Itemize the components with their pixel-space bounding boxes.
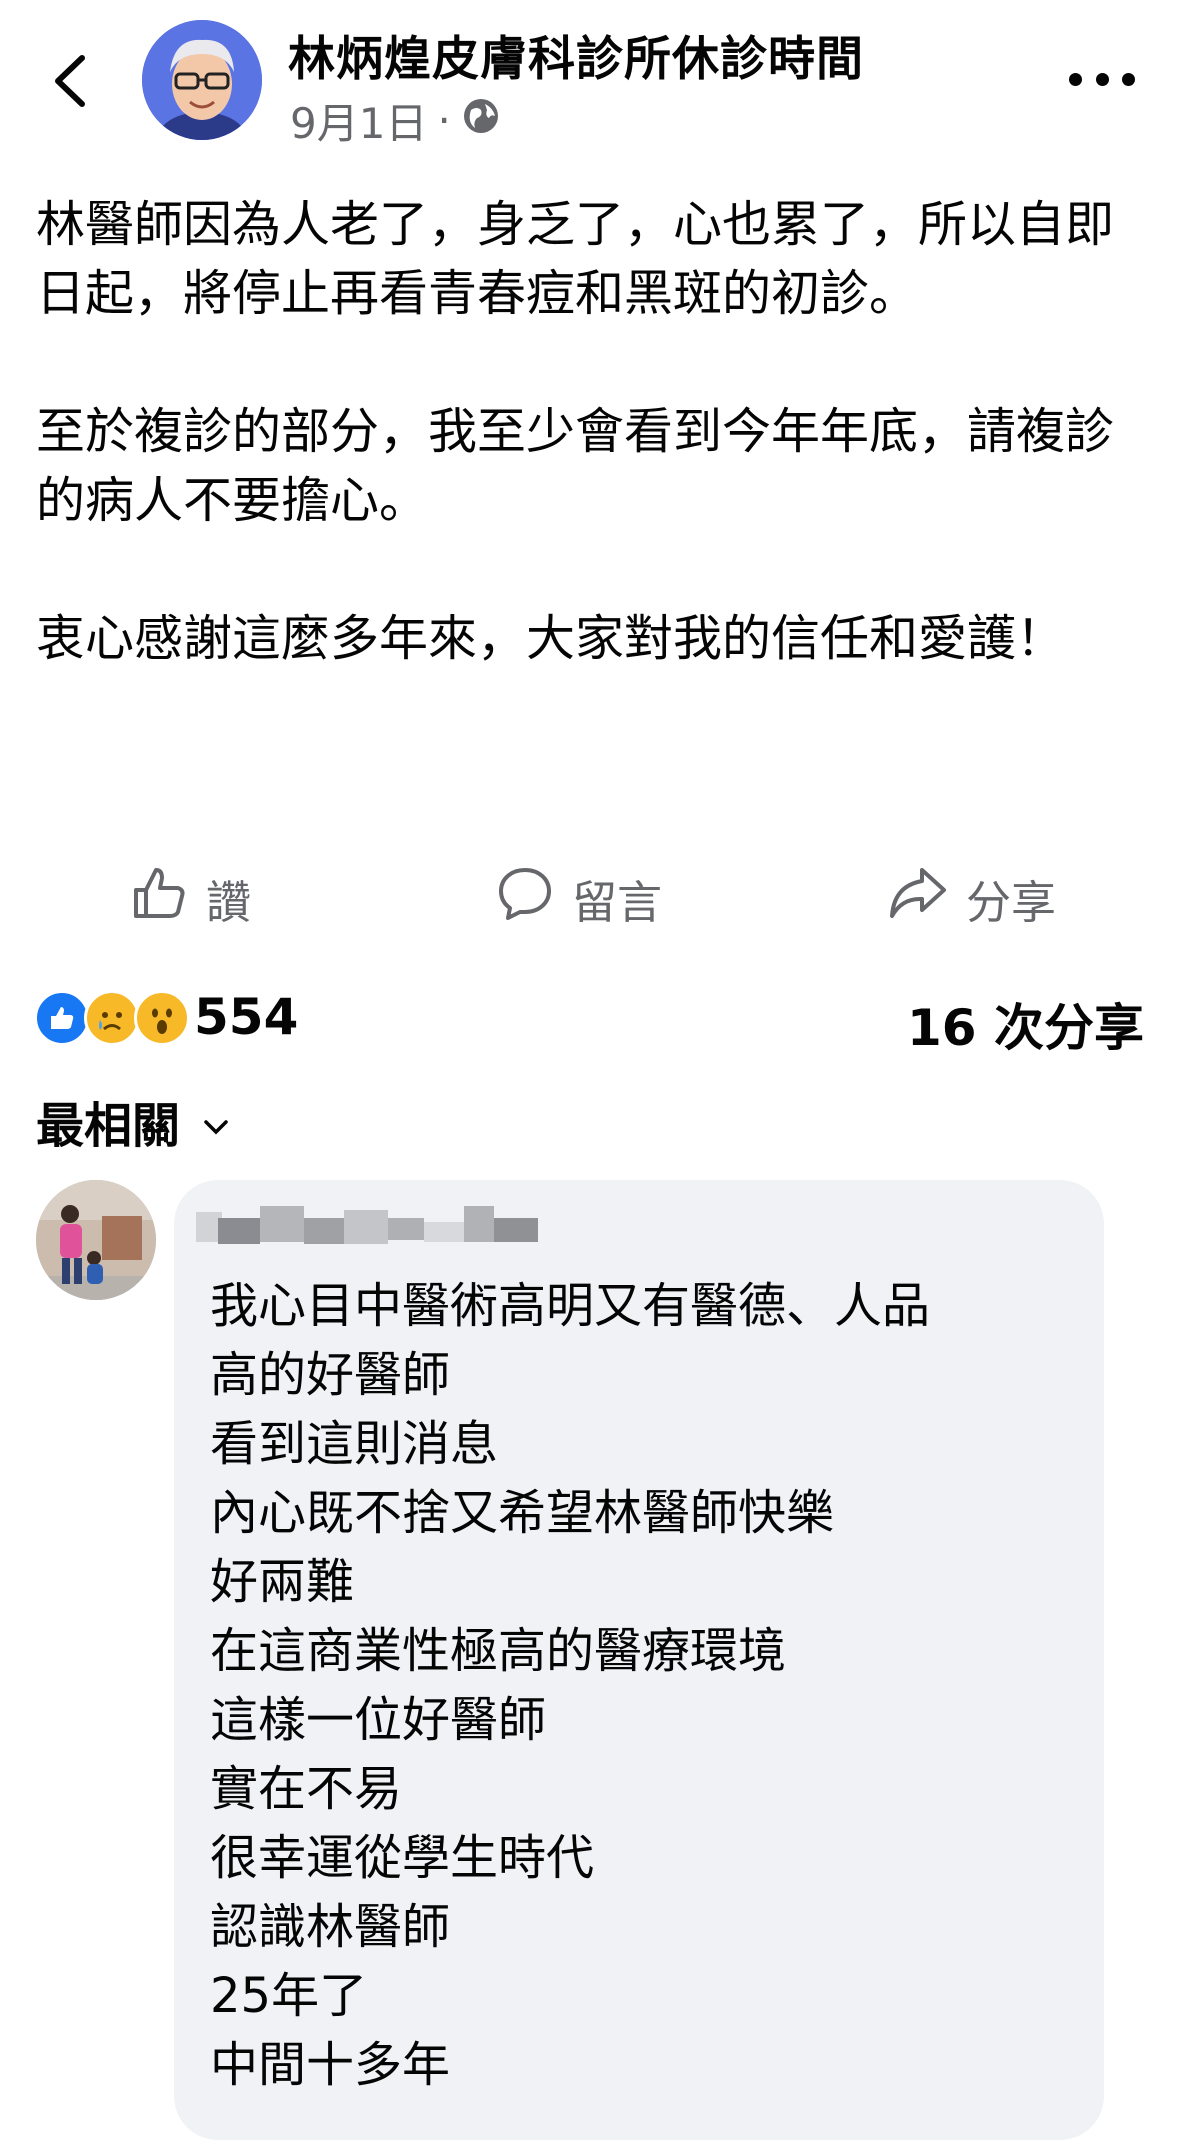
globe-icon (461, 96, 501, 146)
engagement-stats: 554 16 次分享 (34, 984, 1144, 1057)
share-button[interactable]: 分享 (888, 858, 1056, 938)
post-paragraph: 衷心感謝這麼多年來，大家對我的信任和愛護！ (36, 610, 1066, 667)
share-label: 分享 (966, 875, 1057, 929)
post-paragraph: 林醫師因為人老了，身乏了，心也累了，所以自即日起，將停止再看青春痘和黑斑的初診。 (36, 196, 1115, 322)
more-options-icon[interactable] (1069, 54, 1135, 104)
comment-label: 留言 (572, 875, 663, 929)
comment-bubble: 我心目中醫術高明又有醫德、人品 高的好醫師 看到這則消息 內心既不捨又希望林醫師… (174, 1180, 1104, 2140)
reaction-count[interactable]: 554 (194, 988, 298, 1046)
sort-label: 最相關 (36, 1098, 181, 1154)
like-label: 讚 (206, 875, 252, 929)
thumbs-up-icon (130, 864, 188, 933)
back-icon[interactable] (44, 46, 98, 116)
comment-icon (496, 864, 554, 933)
wow-reaction-icon (134, 990, 190, 1046)
page-avatar[interactable] (142, 20, 262, 140)
action-bar: 讚 留言 分享 (0, 858, 1179, 938)
reaction-icons[interactable] (34, 990, 190, 1046)
comment-sort-dropdown[interactable]: 最相關 (36, 1086, 230, 1156)
sad-reaction-icon (84, 990, 140, 1046)
comment-text: 我心目中醫術高明又有醫德、人品 高的好醫師 看到這則消息 內心既不捨又希望林醫師… (210, 1278, 931, 2093)
post-header: 林炳煌皮膚科診所休診時間 9月1日 · (0, 0, 1179, 160)
post-meta: 9月1日 · (290, 90, 501, 151)
page-title[interactable]: 林炳煌皮膚科診所休診時間 (288, 20, 864, 89)
post-paragraph: 至於複診的部分，我至少會看到今年年底，請複診的病人不要擔心。 (36, 403, 1115, 529)
like-reaction-icon (34, 990, 90, 1046)
post-body: 林醫師因為人老了，身乏了，心也累了，所以自即日起，將停止再看青春痘和黑斑的初診。… (36, 190, 1146, 742)
like-button[interactable]: 讚 (130, 858, 251, 938)
commenter-name-blurred[interactable] (196, 1202, 566, 1246)
chevron-down-icon (202, 1093, 230, 1149)
commenter-avatar[interactable] (36, 1180, 156, 1300)
comment-button[interactable]: 留言 (496, 858, 662, 938)
share-icon (888, 864, 948, 933)
share-count[interactable]: 16 次分享 (907, 988, 1144, 1060)
post-date[interactable]: 9月1日 (290, 90, 427, 151)
meta-separator: · (437, 96, 451, 145)
